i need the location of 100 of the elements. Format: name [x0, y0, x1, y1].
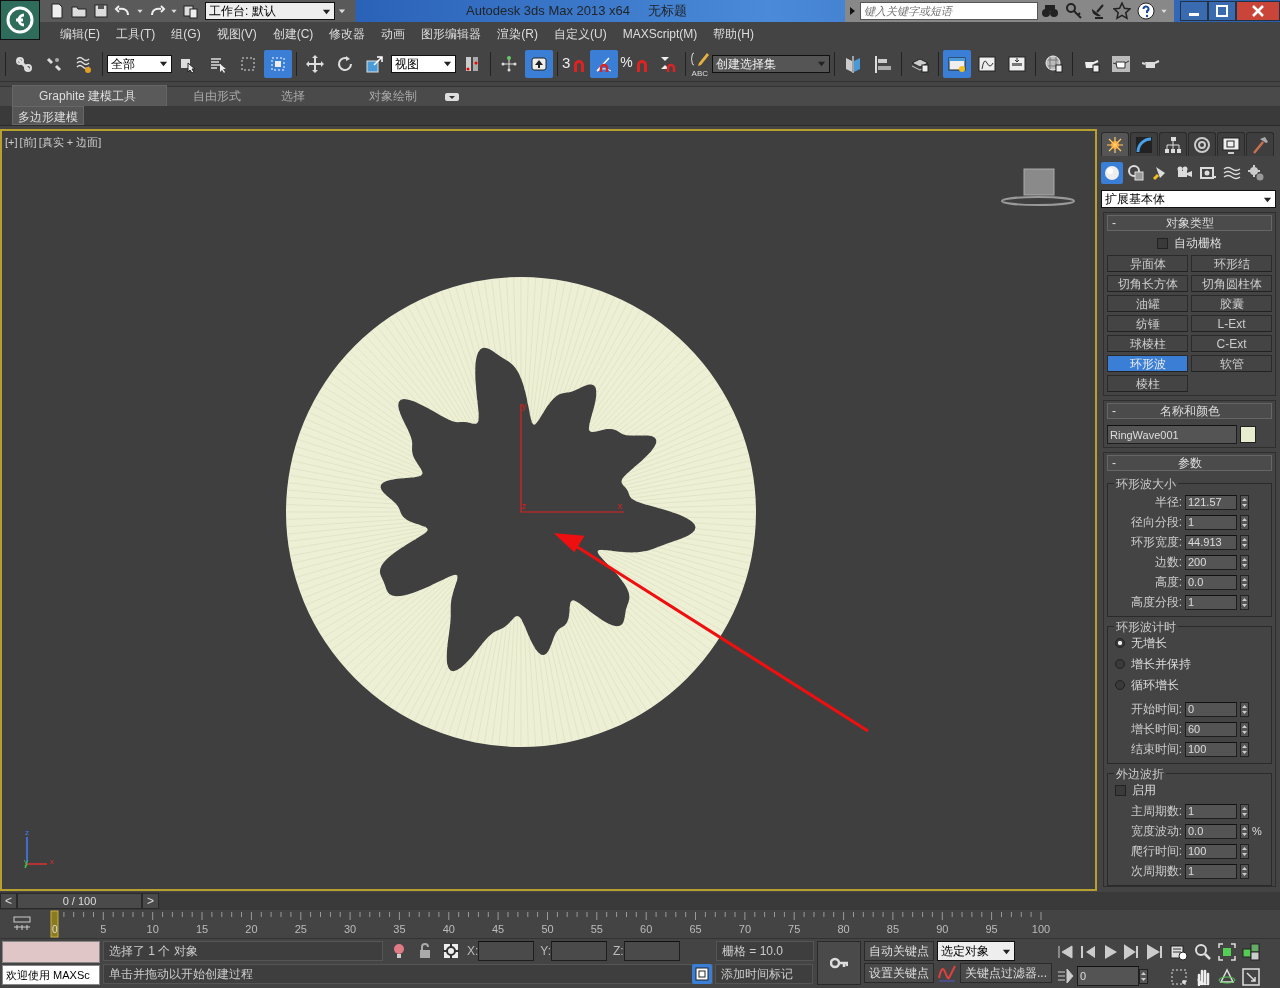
number-field[interactable]: 100 [1185, 843, 1237, 859]
menu-item[interactable]: 自定义(U) [548, 25, 613, 43]
viewport-view-label[interactable]: [前] [19, 134, 37, 151]
spinner-icon[interactable] [1240, 803, 1249, 819]
project-folder-icon[interactable] [182, 2, 200, 20]
schematic-view-icon[interactable] [1007, 54, 1026, 73]
new-file-icon[interactable] [48, 2, 66, 20]
utilities-tab-icon[interactable] [1251, 135, 1269, 154]
number-field[interactable]: 100 [1185, 741, 1237, 757]
menu-item[interactable]: 编辑(E) [54, 25, 106, 43]
number-field[interactable]: 1 [1185, 803, 1237, 819]
window-crossing-icon[interactable] [269, 54, 287, 73]
menu-item[interactable]: 渲染(R) [491, 25, 544, 43]
rollout-header[interactable]: - 参数 [1107, 455, 1272, 471]
spinner-icon[interactable] [1240, 823, 1249, 839]
autogrid-checkbox[interactable] [1157, 237, 1168, 249]
number-field[interactable]: 1 [1185, 514, 1237, 530]
maximize-viewport-icon[interactable] [1242, 967, 1260, 986]
app-logo-icon[interactable] [5, 5, 35, 35]
spinner-icon[interactable] [1240, 494, 1249, 510]
collapse-toggle[interactable]: - [1108, 402, 1124, 420]
bind-wave-icon[interactable] [75, 54, 93, 73]
helpers-category-icon[interactable] [1199, 164, 1217, 182]
ribbon-tab[interactable]: 选择 [255, 86, 343, 106]
rollout-header[interactable]: - 名称和颜色 [1107, 403, 1272, 419]
zoom-icon[interactable] [1194, 943, 1212, 961]
curve-editor-icon[interactable] [977, 54, 996, 73]
object-type-button[interactable]: 球棱柱 [1107, 335, 1188, 352]
spinner-icon[interactable] [1240, 534, 1249, 550]
spinner-icon[interactable] [1240, 741, 1249, 757]
number-field[interactable]: 44.913 [1185, 534, 1237, 550]
coordinate-field[interactable] [551, 941, 608, 961]
number-field[interactable]: 1 [1185, 863, 1237, 879]
spinner-icon[interactable] [1240, 863, 1249, 879]
object-type-button[interactable]: 软管 [1191, 355, 1272, 372]
expand-arrow-icon[interactable] [849, 6, 857, 16]
ribbon-panel-label[interactable]: 多边形建模 [12, 106, 84, 125]
set-key-button[interactable]: 设置关键点 [864, 963, 934, 983]
hierarchy-tab-icon[interactable] [1164, 135, 1182, 154]
number-field[interactable]: 1 [1185, 594, 1237, 610]
help-icon[interactable] [1137, 2, 1155, 20]
menu-item[interactable]: 帮助(H) [707, 25, 760, 43]
menu-item[interactable]: MAXScript(M) [616, 25, 704, 43]
auto-key-button[interactable]: 自动关键点 [864, 941, 934, 961]
spinner-icon[interactable] [1240, 594, 1249, 610]
spacewarps-category-icon[interactable] [1223, 164, 1241, 182]
next-frame-button[interactable]: > [142, 893, 160, 909]
rollout-header[interactable]: - 对象类型 [1107, 215, 1272, 231]
link-icon[interactable] [15, 54, 33, 73]
viewport-menu[interactable]: [+] [5, 134, 18, 151]
scale-icon[interactable] [366, 54, 384, 73]
collapse-toggle[interactable]: - [1108, 214, 1124, 232]
pencil-icon[interactable] [690, 50, 709, 69]
number-field[interactable]: 0 [1185, 701, 1237, 717]
number-field[interactable]: 200 [1185, 554, 1237, 570]
menu-item[interactable]: 视图(V) [210, 25, 263, 43]
field-of-view-icon[interactable] [1170, 967, 1188, 986]
menu-item[interactable]: 动画 [375, 25, 412, 43]
move-icon[interactable] [306, 54, 324, 73]
add-time-tag[interactable]: 添加时间标记 [715, 964, 813, 984]
object-type-button[interactable]: 棱柱 [1107, 375, 1188, 392]
geometry-category-icon[interactable] [1103, 164, 1121, 182]
mirror-icon[interactable] [843, 54, 862, 73]
modify-tab-icon[interactable] [1135, 135, 1153, 154]
timeline-ruler[interactable] [63, 911, 1042, 921]
search-field[interactable]: 键入关键字或短语 [860, 2, 1038, 20]
key-mode-toggle-icon[interactable] [1057, 967, 1075, 985]
pivot-icon[interactable] [463, 54, 481, 73]
radio-button[interactable] [1115, 680, 1125, 690]
shapes-category-icon[interactable] [1127, 164, 1145, 182]
next-frame-icon[interactable] [1123, 943, 1141, 961]
object-name-field[interactable]: RingWave001 [1107, 425, 1237, 444]
object-type-button[interactable]: 油罐 [1107, 295, 1188, 312]
object-type-button[interactable]: L-Ext [1191, 315, 1272, 332]
binoculars-icon[interactable] [1041, 2, 1059, 20]
object-type-button[interactable]: 胶囊 [1191, 295, 1272, 312]
display-tab-icon[interactable] [1222, 135, 1240, 154]
viewcube-drawing[interactable] [1001, 168, 1075, 206]
radio-button[interactable] [1115, 659, 1125, 669]
pan-hand-icon[interactable] [1194, 967, 1212, 986]
object-type-button[interactable]: 切角长方体 [1107, 275, 1188, 292]
menu-item[interactable]: 修改器 [323, 25, 372, 43]
go-to-end-icon[interactable] [1145, 943, 1163, 961]
object-type-button[interactable]: 切角圆柱体 [1191, 275, 1272, 292]
keyboard-shortcut-icon[interactable] [530, 54, 548, 73]
coordinate-field[interactable] [623, 941, 680, 961]
menu-item[interactable]: 创建(C) [266, 25, 320, 43]
star-icon[interactable] [1113, 2, 1131, 20]
object-type-button[interactable]: 环形波 [1107, 355, 1188, 372]
menu-item[interactable]: 组(G) [165, 25, 207, 43]
time-configuration-icon[interactable] [1170, 943, 1188, 961]
frame-counter[interactable]: 0 / 100 [17, 893, 142, 909]
time-tag-icon[interactable] [693, 965, 711, 983]
maxscript-input-field[interactable] [2, 941, 100, 963]
spinner-icon[interactable] [1240, 721, 1249, 737]
category-dropdown[interactable]: 扩展基本体 [1101, 190, 1276, 208]
object-type-button[interactable]: C-Ext [1191, 335, 1272, 352]
absolute-mode-icon[interactable] [442, 942, 460, 960]
spinner-icon[interactable] [1240, 554, 1249, 570]
motion-tab-icon[interactable] [1193, 135, 1211, 154]
